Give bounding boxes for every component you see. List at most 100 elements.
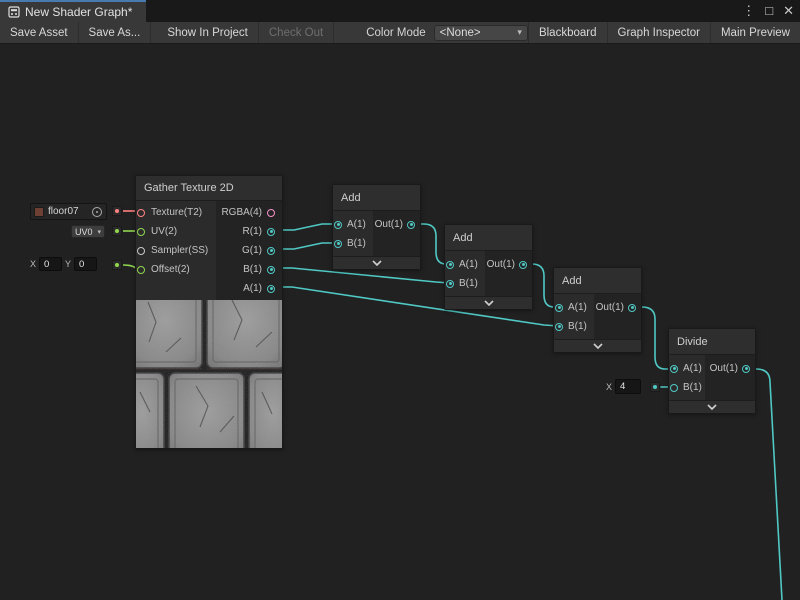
title-bar: New Shader Graph* ⋮ □ ✕ (0, 0, 800, 22)
port-a1[interactable] (555, 304, 563, 312)
preview-expand-button[interactable] (445, 296, 532, 309)
port-out1[interactable] (519, 261, 527, 269)
offset-y-input[interactable]: 0 (74, 257, 97, 271)
port-out1[interactable] (742, 365, 750, 373)
x-label: X (30, 259, 36, 269)
port-out1[interactable] (407, 221, 415, 229)
divide-b-input[interactable]: 4 (615, 379, 641, 394)
port-out1[interactable] (628, 304, 636, 312)
save-asset-button[interactable]: Save Asset (0, 22, 79, 43)
window-close-icon[interactable]: ✕ (783, 0, 794, 22)
port-a1[interactable] (267, 285, 275, 293)
offset-port-stub (112, 260, 122, 270)
port-label: G(1) (242, 245, 262, 256)
port-label: A(1) (459, 259, 478, 270)
port-sampler-ss[interactable] (137, 247, 145, 255)
color-mode-dropdown[interactable]: <None> ▾ (434, 25, 528, 41)
port-offset2[interactable] (137, 266, 145, 274)
port-a1[interactable] (334, 221, 342, 229)
port-r1[interactable] (267, 228, 275, 236)
port-a1[interactable] (670, 365, 678, 373)
color-mode-label: Color Mode (334, 22, 433, 43)
preview-expand-button[interactable] (669, 400, 755, 413)
window-menu-icon[interactable]: ⋮ (742, 0, 755, 22)
chevron-down-icon: ▾ (97, 228, 101, 236)
offset-x-input[interactable]: 0 (39, 257, 62, 271)
chevron-down-icon (484, 300, 494, 306)
node-divide[interactable]: Divide A(1) B(1) Out(1) (668, 328, 756, 414)
object-picker-icon[interactable] (92, 207, 102, 217)
shader-graph-window: New Shader Graph* ⋮ □ ✕ Save Asset Save … (0, 0, 800, 600)
port-label: A(1) (683, 363, 702, 374)
preview-expand-button[interactable] (554, 339, 641, 352)
node-title[interactable]: Gather Texture 2D (136, 176, 282, 201)
port-label: Offset(2) (151, 264, 190, 275)
texture-preview (136, 300, 282, 448)
port-a1[interactable] (446, 261, 454, 269)
x-label: X (606, 382, 612, 392)
blackboard-button[interactable]: Blackboard (528, 22, 607, 43)
port-b1[interactable] (670, 384, 678, 392)
divide-b-float-field: X 4 (606, 379, 641, 394)
y-label: Y (65, 259, 71, 269)
graph-canvas[interactable] (0, 45, 800, 600)
port-texture-t2[interactable] (137, 209, 145, 217)
uv-channel-dropdown[interactable]: UV0 ▾ (71, 225, 105, 238)
port-label: A(1) (347, 219, 366, 230)
node-add-3[interactable]: Add A(1) B(1) Out(1) (553, 267, 642, 353)
offset-vector2-field: X 0 Y 0 (30, 257, 97, 271)
graph-inspector-button[interactable]: Graph Inspector (607, 22, 710, 43)
divide-b-port-stub (650, 382, 660, 392)
port-label: Out(1) (375, 219, 403, 230)
port-label: B(1) (243, 264, 262, 275)
tab-title: New Shader Graph* (25, 5, 132, 19)
port-label: B(1) (459, 278, 478, 289)
port-b1[interactable] (334, 240, 342, 248)
window-maximize-icon[interactable]: □ (765, 0, 773, 22)
port-label: Sampler(SS) (151, 245, 208, 256)
save-as-button[interactable]: Save As... (79, 22, 152, 43)
port-label: UV(2) (151, 226, 177, 237)
texture-object-field[interactable]: floor07 (30, 203, 107, 220)
node-title[interactable]: Add (445, 225, 532, 251)
port-label: R(1) (243, 226, 262, 237)
node-title[interactable]: Add (333, 185, 420, 211)
chevron-down-icon (372, 260, 382, 266)
port-label: A(1) (568, 302, 587, 313)
port-b1[interactable] (446, 280, 454, 288)
port-label: Out(1) (710, 363, 738, 374)
port-g1[interactable] (267, 247, 275, 255)
port-label: B(1) (347, 238, 366, 249)
texture-swatch (34, 207, 44, 217)
port-label: B(1) (683, 382, 702, 393)
node-add-1[interactable]: Add A(1) B(1) Out(1) (332, 184, 421, 270)
port-label: A(1) (243, 283, 262, 294)
node-gather-texture-2d[interactable]: Gather Texture 2D Texture(T2) UV(2) Samp… (135, 175, 283, 449)
port-uv2[interactable] (137, 228, 145, 236)
check-out-button: Check Out (259, 22, 334, 43)
port-label: Texture(T2) (151, 207, 202, 218)
uv-channel-value: UV0 (75, 227, 93, 237)
port-b1[interactable] (267, 266, 275, 274)
uv-port-stub (112, 226, 122, 236)
node-title[interactable]: Add (554, 268, 641, 294)
main-preview-button[interactable]: Main Preview (710, 22, 800, 43)
chevron-down-icon: ▾ (517, 27, 522, 38)
show-in-project-button[interactable]: Show In Project (157, 22, 259, 43)
chevron-down-icon (707, 404, 717, 410)
color-mode-value: <None> (440, 27, 481, 39)
node-add-2[interactable]: Add A(1) B(1) Out(1) (444, 224, 533, 310)
shader-graph-icon (8, 6, 20, 18)
texture-port-stub (112, 206, 122, 216)
node-title[interactable]: Divide (669, 329, 755, 355)
port-label: RGBA(4) (221, 207, 262, 218)
port-rgba4[interactable] (267, 209, 275, 217)
toolbar: Save Asset Save As... Show In Project Ch… (0, 22, 800, 44)
port-label: B(1) (568, 321, 587, 332)
preview-expand-button[interactable] (333, 256, 420, 269)
port-b1[interactable] (555, 323, 563, 331)
port-label: Out(1) (596, 302, 624, 313)
chevron-down-icon (593, 343, 603, 349)
tab-new-shader-graph[interactable]: New Shader Graph* (0, 0, 146, 22)
texture-name: floor07 (48, 206, 79, 217)
